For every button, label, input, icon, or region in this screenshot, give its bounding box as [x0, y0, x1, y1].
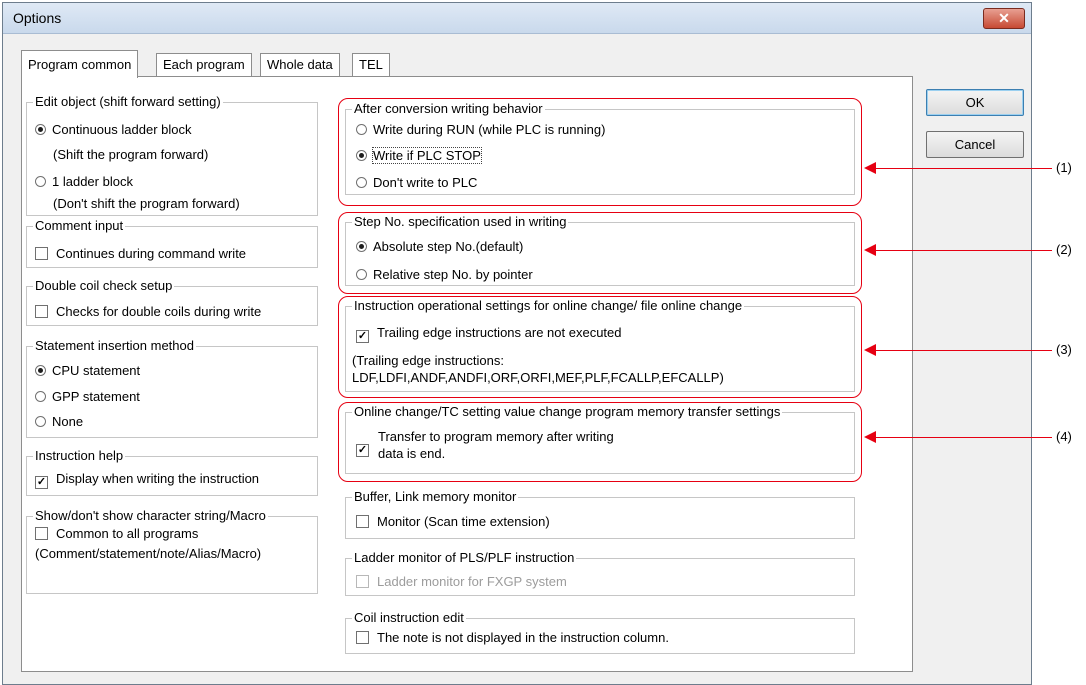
group-coil-instruction-edit: Coil instruction edit The note is not di…	[345, 610, 855, 654]
option-description: (Don't shift the program forward)	[53, 196, 240, 211]
tab-whole-data[interactable]: Whole data	[260, 53, 340, 77]
checkbox-display-when-writing[interactable]: ✓ Display when writing the instruction	[35, 471, 259, 489]
group-legend: Instruction help	[33, 448, 126, 463]
option-description: (Comment/statement/note/Alias/Macro)	[35, 546, 262, 561]
tab-each-program[interactable]: Each program	[156, 53, 252, 77]
arrow-left-icon	[864, 244, 1052, 256]
highlight-box-2	[338, 212, 862, 294]
checkbox-icon	[356, 515, 369, 528]
ok-button[interactable]: OK	[926, 89, 1024, 116]
callout-label-4: (4)	[1056, 429, 1072, 444]
radio-dot-icon	[35, 416, 46, 427]
group-instruction-help: Instruction help ✓ Display when writing t…	[26, 448, 318, 496]
radio-dot-icon	[35, 391, 46, 402]
window-title: Options	[13, 10, 62, 26]
group-legend: Buffer, Link memory monitor	[352, 489, 519, 504]
group-statement-insertion: Statement insertion method CPU statement…	[26, 338, 318, 438]
checkbox-note-not-displayed[interactable]: The note is not displayed in the instruc…	[356, 630, 669, 645]
checkbox-icon	[356, 575, 369, 588]
callout-label-3: (3)	[1056, 342, 1072, 357]
radio-continuous-ladder-block[interactable]: Continuous ladder block	[35, 122, 191, 137]
cancel-button[interactable]: Cancel	[926, 131, 1024, 158]
check-icon: ✓	[35, 476, 48, 489]
radio-none[interactable]: None	[35, 414, 83, 429]
radio-dot-icon	[35, 124, 46, 135]
checkbox-icon	[35, 527, 48, 540]
checkbox-continues-during-command-write[interactable]: Continues during command write	[35, 246, 246, 261]
arrow-left-icon	[864, 431, 1052, 443]
group-legend: Statement insertion method	[33, 338, 196, 353]
group-double-coil-check: Double coil check setup Checks for doubl…	[26, 278, 318, 326]
radio-gpp-statement[interactable]: GPP statement	[35, 389, 140, 404]
arrow-left-icon	[864, 162, 1052, 174]
group-legend: Double coil check setup	[33, 278, 175, 293]
callout-label-2: (2)	[1056, 242, 1072, 257]
radio-dot-icon	[35, 176, 46, 187]
radio-cpu-statement[interactable]: CPU statement	[35, 363, 140, 378]
group-show-character-string: Show/don't show character string/Macro C…	[26, 508, 318, 594]
arrow-left-icon	[864, 344, 1052, 356]
checkbox-ladder-monitor-fxgp: Ladder monitor for FXGP system	[356, 574, 567, 589]
checkbox-icon	[35, 247, 48, 260]
group-legend: Comment input	[33, 218, 126, 233]
group-edit-object: Edit object (shift forward setting) Cont…	[26, 94, 318, 216]
group-ladder-monitor-pls-plf: Ladder monitor of PLS/PLF instruction La…	[345, 550, 855, 596]
group-legend: Edit object (shift forward setting)	[33, 94, 223, 109]
option-description: (Shift the program forward)	[53, 147, 209, 162]
radio-1-ladder-block[interactable]: 1 ladder block	[35, 174, 133, 189]
tab-tel[interactable]: TEL	[352, 53, 390, 77]
group-comment-input: Comment input Continues during command w…	[26, 218, 318, 268]
group-legend: Show/don't show character string/Macro	[33, 508, 268, 523]
group-legend: Ladder monitor of PLS/PLF instruction	[352, 550, 577, 565]
checkbox-icon	[356, 631, 369, 644]
title-bar: Options ✕	[3, 3, 1031, 34]
group-legend: Coil instruction edit	[352, 610, 466, 625]
close-icon[interactable]: ✕	[983, 8, 1025, 29]
checkbox-common-to-all-programs[interactable]: Common to all programs	[35, 526, 198, 541]
group-buffer-link-monitor: Buffer, Link memory monitor Monitor (Sca…	[345, 489, 855, 539]
checkbox-checks-double-coils[interactable]: Checks for double coils during write	[35, 304, 261, 319]
highlight-box-4	[338, 402, 862, 482]
highlight-box-1	[338, 98, 862, 206]
radio-dot-icon	[35, 365, 46, 376]
tab-program-common[interactable]: Program common	[21, 50, 139, 78]
callout-label-1: (1)	[1056, 160, 1072, 175]
highlight-box-3	[338, 296, 862, 398]
checkbox-icon	[35, 305, 48, 318]
checkbox-monitor-scan-time[interactable]: Monitor (Scan time extension)	[356, 514, 550, 529]
